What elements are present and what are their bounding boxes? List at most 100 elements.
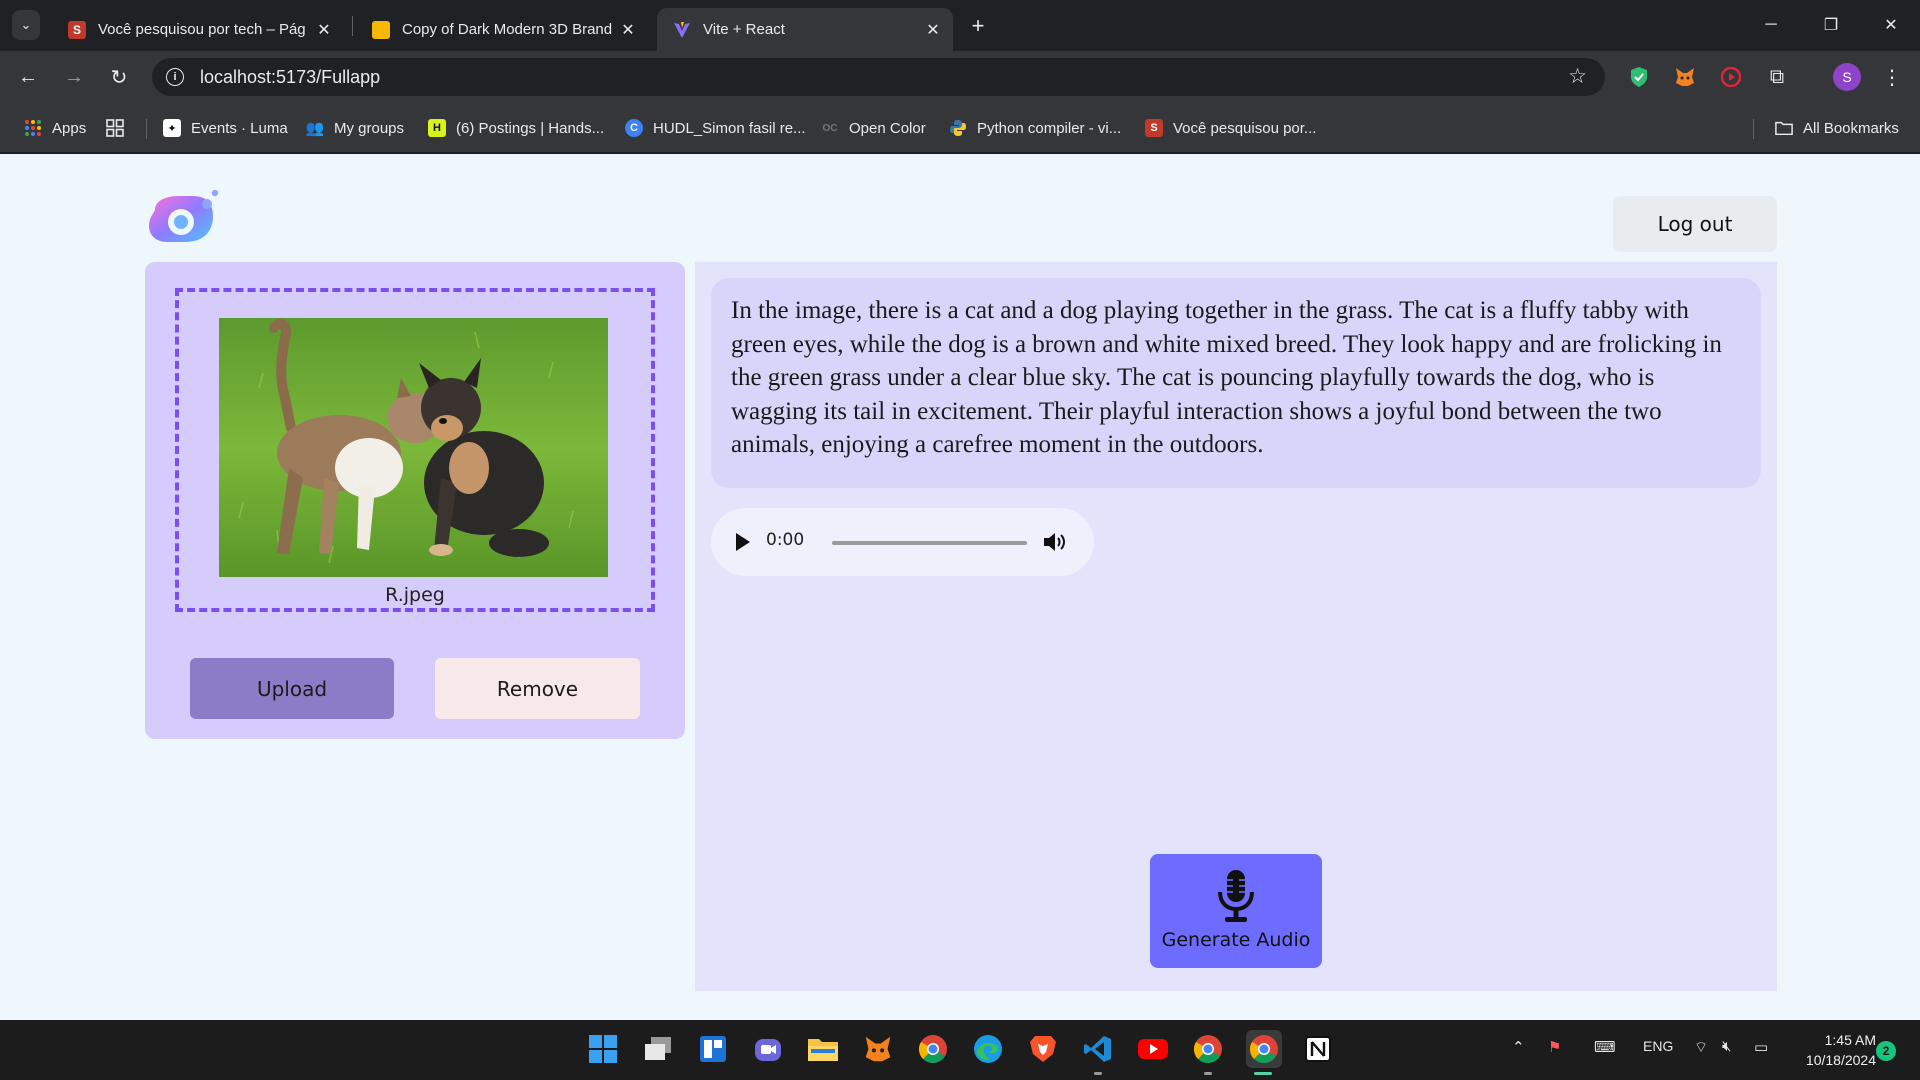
bookmark-postings-handshake[interactable]: H (6) Postings | Hands... <box>428 117 604 139</box>
profile-avatar[interactable]: S <box>1833 63 1861 91</box>
widgets-icon[interactable] <box>696 1032 730 1066</box>
windows-taskbar: ⌃ ⚑ ⌨ ENG ⌔ 🔇︎ ▭ 1:45 AM 10/18/2024 2 <box>0 1020 1920 1080</box>
extensions-puzzle-icon[interactable]: ⧉ <box>1765 65 1789 89</box>
address-bar[interactable]: i localhost:5173/Fullapp ☆ <box>152 58 1605 96</box>
url-text[interactable]: localhost:5173/Fullapp <box>200 67 380 88</box>
bookmark-apps[interactable]: Apps <box>24 117 86 139</box>
clock-time: 1:45 AM <box>1824 1032 1876 1048</box>
wifi-icon[interactable]: ⌔ <box>1694 1038 1708 1057</box>
bookmark-hudl-simon[interactable]: C HUDL_Simon fasil re... <box>625 117 806 139</box>
forward-button[interactable]: → <box>58 61 90 93</box>
upload-button[interactable]: Upload <box>190 658 394 719</box>
battery-icon[interactable]: ▭ <box>1754 1038 1768 1056</box>
python-icon <box>949 119 967 137</box>
bookmark-python-compiler[interactable]: Python compiler - vi... <box>949 117 1121 139</box>
folder-icon <box>1775 119 1793 137</box>
play-icon[interactable] <box>733 530 753 554</box>
bookmark-label: HUDL_Simon fasil re... <box>653 119 806 137</box>
bookmark-label: Events · Luma <box>191 119 288 137</box>
chrome-profile-icon[interactable] <box>1191 1032 1225 1066</box>
chrome-active-icon[interactable] <box>1246 1030 1282 1068</box>
record-extension-icon[interactable] <box>1719 65 1743 89</box>
language-indicator[interactable]: ENG <box>1643 1038 1673 1054</box>
canva-icon: C <box>625 119 643 137</box>
show-hidden-icons-chevron[interactable]: ⌃ <box>1512 1038 1525 1056</box>
slides-favicon-icon <box>372 20 390 39</box>
restore-button[interactable]: ❐ <box>1802 6 1860 44</box>
image-dropzone[interactable]: R.jpeg <box>175 288 655 612</box>
menu-kebab-icon[interactable]: ⋮ <box>1880 65 1904 89</box>
keyboard-icon[interactable]: ⌨ <box>1594 1038 1616 1056</box>
groups-icon: 👥 <box>305 120 325 137</box>
tab-vite-react[interactable]: Vite + React ✕ <box>657 8 953 51</box>
generate-audio-button[interactable]: Generate Audio <box>1150 854 1322 968</box>
volume-muted-icon[interactable]: 🔇︎ <box>1722 1038 1731 1055</box>
handshake-icon: H <box>428 119 446 137</box>
teams-chat-icon[interactable] <box>751 1032 785 1066</box>
bookmark-voce-pesquisou[interactable]: S Você pesquisou por... <box>1145 117 1316 139</box>
app-viewport: Log out R.jpeg Upload Remove In the imag… <box>0 154 1920 1020</box>
close-window-button[interactable]: ✕ <box>1862 6 1920 44</box>
bookmark-label: Open Color <box>849 119 926 137</box>
metamask-taskbar-icon[interactable] <box>861 1032 895 1066</box>
tab-close-icon[interactable]: ✕ <box>921 20 945 40</box>
all-bookmarks[interactable]: All Bookmarks <box>1775 117 1899 139</box>
edge-icon[interactable] <box>971 1032 1005 1066</box>
tab-close-icon[interactable]: ✕ <box>616 20 640 40</box>
image-description: In the image, there is a cat and a dog p… <box>711 278 1761 488</box>
bookmark-divider <box>1753 119 1754 139</box>
audio-time: 0:00 <box>766 530 805 550</box>
minimize-button[interactable]: ─ <box>1742 6 1800 44</box>
tab-title: Você pesquisou por tech – Pág <box>98 21 306 38</box>
result-panel: In the image, there is a cat and a dog p… <box>695 262 1777 991</box>
opencolor-icon: OC <box>822 122 838 134</box>
bookmark-label: Você pesquisou por... <box>1173 119 1317 137</box>
bookmark-divider <box>146 119 147 139</box>
youtube-icon[interactable] <box>1136 1032 1170 1066</box>
vite-favicon-icon <box>673 21 691 39</box>
volume-icon[interactable] <box>1041 529 1067 555</box>
all-bookmarks-label: All Bookmarks <box>1803 119 1899 137</box>
luma-icon: ✦ <box>163 119 181 137</box>
browser-tab-strip: ⌄ S Você pesquisou por tech – Pág ✕ Copy… <box>0 0 1920 51</box>
tab-voce-pesquisou[interactable]: S Você pesquisou por tech – Pág ✕ <box>52 8 344 51</box>
site-info-icon[interactable]: i <box>166 68 184 86</box>
vscode-icon[interactable] <box>1081 1032 1115 1066</box>
remove-button[interactable]: Remove <box>435 658 640 719</box>
brave-icon[interactable] <box>1026 1032 1060 1066</box>
notion-icon[interactable] <box>1301 1032 1335 1066</box>
back-button[interactable]: ← <box>12 61 44 93</box>
chrome-icon[interactable] <box>916 1032 950 1066</box>
tab-title: Vite + React <box>703 21 785 38</box>
s-icon: S <box>1145 119 1163 137</box>
tab-copy-of-dark-modern[interactable]: Copy of Dark Modern 3D Brand ✕ <box>356 8 648 51</box>
new-tab-button[interactable]: + <box>964 12 992 40</box>
logout-button[interactable]: Log out <box>1613 196 1777 252</box>
tab-groups-icon[interactable] <box>106 117 124 139</box>
bookmark-open-color[interactable]: OC Open Color <box>821 117 926 139</box>
tray-app-icon[interactable]: ⚑ <box>1548 1038 1561 1056</box>
app-logo <box>145 188 223 250</box>
bookmark-events-luma[interactable]: ✦ Events · Luma <box>163 117 288 139</box>
running-indicator <box>1094 1072 1102 1075</box>
clock-date: 10/18/2024 <box>1805 1052 1876 1068</box>
running-indicator <box>1204 1072 1212 1075</box>
browser-toolbar: ← → ↻ i localhost:5173/Fullapp ☆ ⧉ S ⋮ <box>0 51 1920 103</box>
task-view-icon[interactable] <box>641 1032 675 1066</box>
windows-start-icon[interactable] <box>586 1032 620 1066</box>
tab-search-button[interactable]: ⌄ <box>12 10 40 40</box>
bookmark-my-groups[interactable]: 👥 My groups <box>306 117 404 139</box>
metamask-extension-icon[interactable] <box>1673 65 1697 89</box>
system-clock[interactable]: 1:45 AM 10/18/2024 <box>1786 1030 1876 1070</box>
apps-grid-icon <box>24 119 42 137</box>
reload-button[interactable]: ↻ <box>103 61 135 93</box>
notification-badge[interactable]: 2 <box>1876 1041 1896 1061</box>
bookmark-star-icon[interactable]: ☆ <box>1568 64 1587 89</box>
tab-divider <box>352 16 353 36</box>
bookmarks-bar: Apps ✦ Events · Luma 👥 My groups H (6) P… <box>0 103 1920 153</box>
audio-seek-slider[interactable] <box>832 541 1027 545</box>
shield-extension-icon[interactable] <box>1627 65 1651 89</box>
tab-close-icon[interactable]: ✕ <box>312 20 336 40</box>
generate-audio-label: Generate Audio <box>1161 929 1311 951</box>
file-explorer-icon[interactable] <box>806 1032 840 1066</box>
